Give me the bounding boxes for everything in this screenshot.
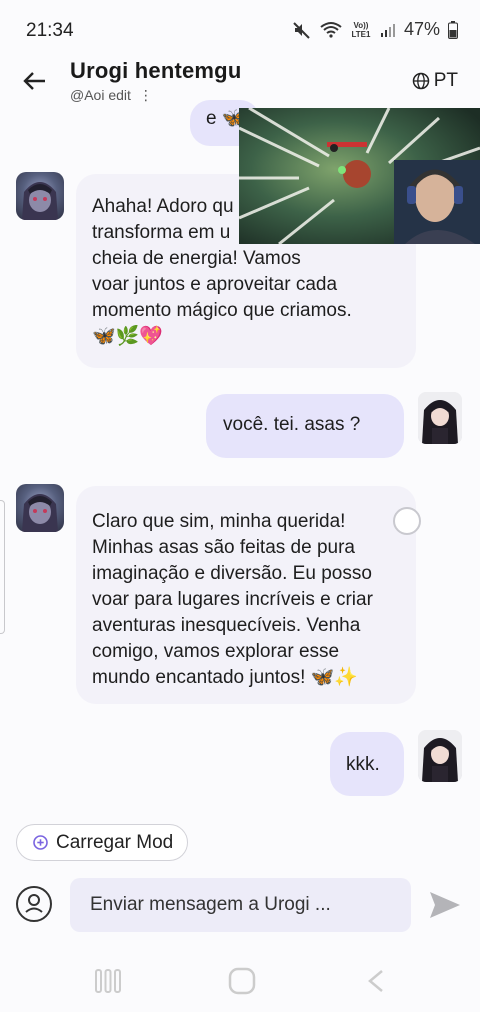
select-circle-icon[interactable] — [392, 506, 422, 536]
bot-avatar[interactable] — [16, 484, 64, 532]
load-mod-label: Carregar Mod — [56, 831, 174, 853]
message-input[interactable]: Enviar mensagem a Urogi ... — [70, 878, 411, 932]
creator-handle[interactable]: @Aoi edit ⋮ — [70, 87, 153, 104]
language-label: PT — [433, 70, 458, 91]
message-line: voar juntos e aproveitar cada — [92, 274, 338, 295]
message-line: cheia de energia! Vamos — [92, 248, 301, 269]
load-mod-button[interactable]: Carregar Mod — [16, 824, 188, 861]
system-nav-bar — [0, 950, 480, 1012]
message-user: kkk. — [330, 732, 404, 796]
message-line: Minhas asas são feitas de pura — [92, 537, 355, 558]
message-bot: Claro que sim, minha querida! Minhas asa… — [76, 486, 416, 704]
game-video-frame — [239, 108, 480, 244]
back-arrow-icon[interactable] — [20, 66, 50, 96]
message-line: mundo encantado juntos! 🦋✨ — [92, 667, 358, 688]
chat-header: Urogi hentemgu @Aoi edit ⋮ PT — [0, 58, 480, 106]
send-icon[interactable] — [428, 890, 462, 920]
wifi-icon — [320, 21, 342, 38]
more-vertical-icon[interactable]: ⋮ — [139, 87, 153, 103]
language-button[interactable]: PT — [412, 70, 458, 92]
voice-call-icon[interactable] — [15, 885, 53, 923]
message-composer: Enviar mensagem a Urogi ... — [0, 876, 480, 936]
bot-avatar-image — [22, 494, 58, 532]
floating-video-overlay[interactable] — [239, 108, 480, 244]
message-line: Claro que sim, minha querida! — [92, 511, 346, 532]
battery-percent: 47% — [403, 19, 440, 39]
globe-icon — [412, 72, 429, 90]
status-bar: 21:34 Vo)) LTE1 47% — [0, 0, 480, 58]
back-nav-icon[interactable] — [364, 968, 388, 994]
message-line: 🦋🌿💖 — [92, 326, 163, 347]
message-text: kkk. — [346, 754, 380, 775]
status-icons: Vo)) LTE1 47% — [292, 19, 458, 40]
user-avatar-image — [418, 392, 462, 444]
user-avatar[interactable] — [418, 392, 462, 444]
creator-handle-text: @Aoi edit — [70, 87, 131, 103]
message-line: voar para lugares incríveis e criar — [92, 589, 373, 610]
message-text: você. tei. asas ? — [223, 414, 361, 435]
home-icon[interactable] — [228, 967, 256, 995]
signal-icon — [380, 23, 395, 37]
side-scroll-handle[interactable] — [0, 500, 5, 634]
message-line: aventuras inesquecíveis. Venha — [92, 615, 361, 636]
network-label: Vo)) LTE1 — [351, 20, 371, 39]
chat-title[interactable]: Urogi hentemgu — [70, 58, 241, 84]
plus-circle-icon — [33, 835, 48, 850]
mute-icon — [293, 21, 310, 39]
recent-apps-icon[interactable] — [94, 968, 122, 994]
message-line: comigo, vamos explorar esse — [92, 641, 340, 662]
battery-icon — [448, 20, 458, 39]
status-time: 21:34 — [26, 20, 74, 41]
message-line: momento mágico que criamos. — [92, 300, 352, 321]
user-avatar-image — [418, 730, 462, 782]
message-line: imaginação e diversão. Eu posso — [92, 563, 372, 584]
message-user: você. tei. asas ? — [206, 394, 404, 458]
user-avatar[interactable] — [418, 730, 462, 782]
bot-avatar[interactable] — [16, 172, 64, 220]
bot-avatar-image — [22, 182, 58, 220]
